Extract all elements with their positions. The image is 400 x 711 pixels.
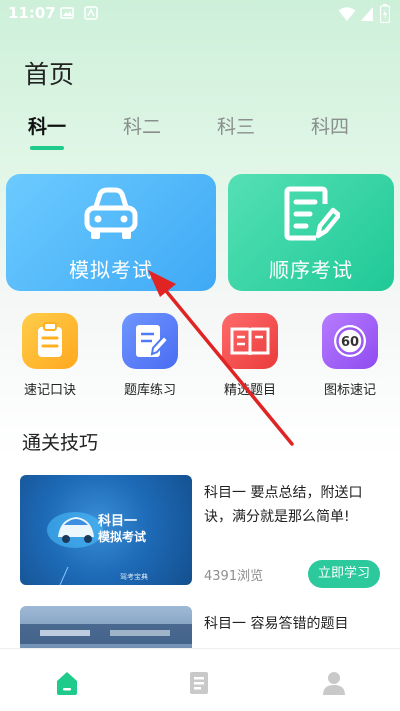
article-thumbnail (20, 606, 192, 648)
thumb-caption: 驾考宝典 (120, 572, 148, 581)
status-time: 11:07 (8, 4, 56, 22)
feature-label: 速记口诀 (23, 383, 76, 398)
signal-icon (361, 7, 373, 21)
tab-subject-2[interactable]: 科二 (112, 112, 172, 139)
tab-subject-4[interactable]: 科四 (300, 112, 360, 139)
page-title: 首页 (24, 60, 75, 89)
thumb-text-2: 模拟考试 (98, 529, 146, 544)
thumbnail-graphic: 科目一 模拟考试 驾考宝典 (47, 512, 148, 585)
feature-question-bank[interactable]: 题库练习 (110, 313, 190, 403)
edit-document-icon (122, 313, 178, 369)
status-bar: 11:07 (0, 0, 400, 28)
document-edit-icon (284, 186, 340, 241)
feature-sign-memo[interactable]: 60 图标速记 (310, 313, 390, 403)
gallery-icon (60, 7, 74, 19)
book-icon (222, 313, 278, 369)
sign-text: 60 (341, 335, 359, 350)
thumbnail-graphic (20, 624, 192, 644)
article-title: 科目一 要点总结，附送口诀，满分就是那么简单! (204, 485, 363, 525)
user-icon[interactable] (320, 669, 348, 697)
car-icon (84, 187, 138, 239)
learn-now-button[interactable]: 立即学习 (308, 560, 380, 588)
sequence-exam-card[interactable]: 顺序考试 (228, 174, 394, 291)
feature-quick-memo[interactable]: 速记口诀 (10, 313, 90, 403)
article-views: 4391浏览 (204, 569, 264, 584)
wifi-icon (338, 7, 356, 21)
article-card[interactable]: 科目一 模拟考试 驾考宝典 科目一 要点总结，附送口诀，满分就是那么简单! 43… (20, 475, 390, 588)
mock-exam-label: 模拟考试 (69, 258, 153, 282)
tab-indicator (30, 146, 64, 150)
tab-subject-1[interactable]: 科一 (17, 112, 77, 139)
article-title: 科目一 容易答错的题目 (204, 616, 349, 632)
app-notification-icon (84, 6, 98, 20)
clipboard-icon (22, 313, 78, 369)
home-icon[interactable] (53, 669, 81, 697)
speed-limit-60-icon: 60 (322, 313, 378, 369)
feature-label: 图标速记 (323, 383, 376, 398)
bottom-navigation (0, 648, 400, 711)
mock-exam-card[interactable]: 模拟考试 (6, 174, 216, 291)
thumb-text-1: 科目一 (98, 513, 137, 529)
feature-label: 题库练习 (123, 383, 176, 398)
feature-label: 精选题目 (223, 383, 276, 398)
sequence-exam-label: 顺序考试 (269, 258, 353, 282)
article-card[interactable]: 科目一 容易答错的题目 (20, 606, 390, 648)
list-icon[interactable] (186, 669, 214, 697)
section-title: 通关技巧 (22, 432, 99, 454)
article-thumbnail: 科目一 模拟考试 驾考宝典 (20, 475, 192, 585)
feature-selected-questions[interactable]: 精选题目 (210, 313, 290, 403)
tab-subject-3[interactable]: 科三 (206, 112, 266, 139)
battery-icon (380, 4, 390, 23)
